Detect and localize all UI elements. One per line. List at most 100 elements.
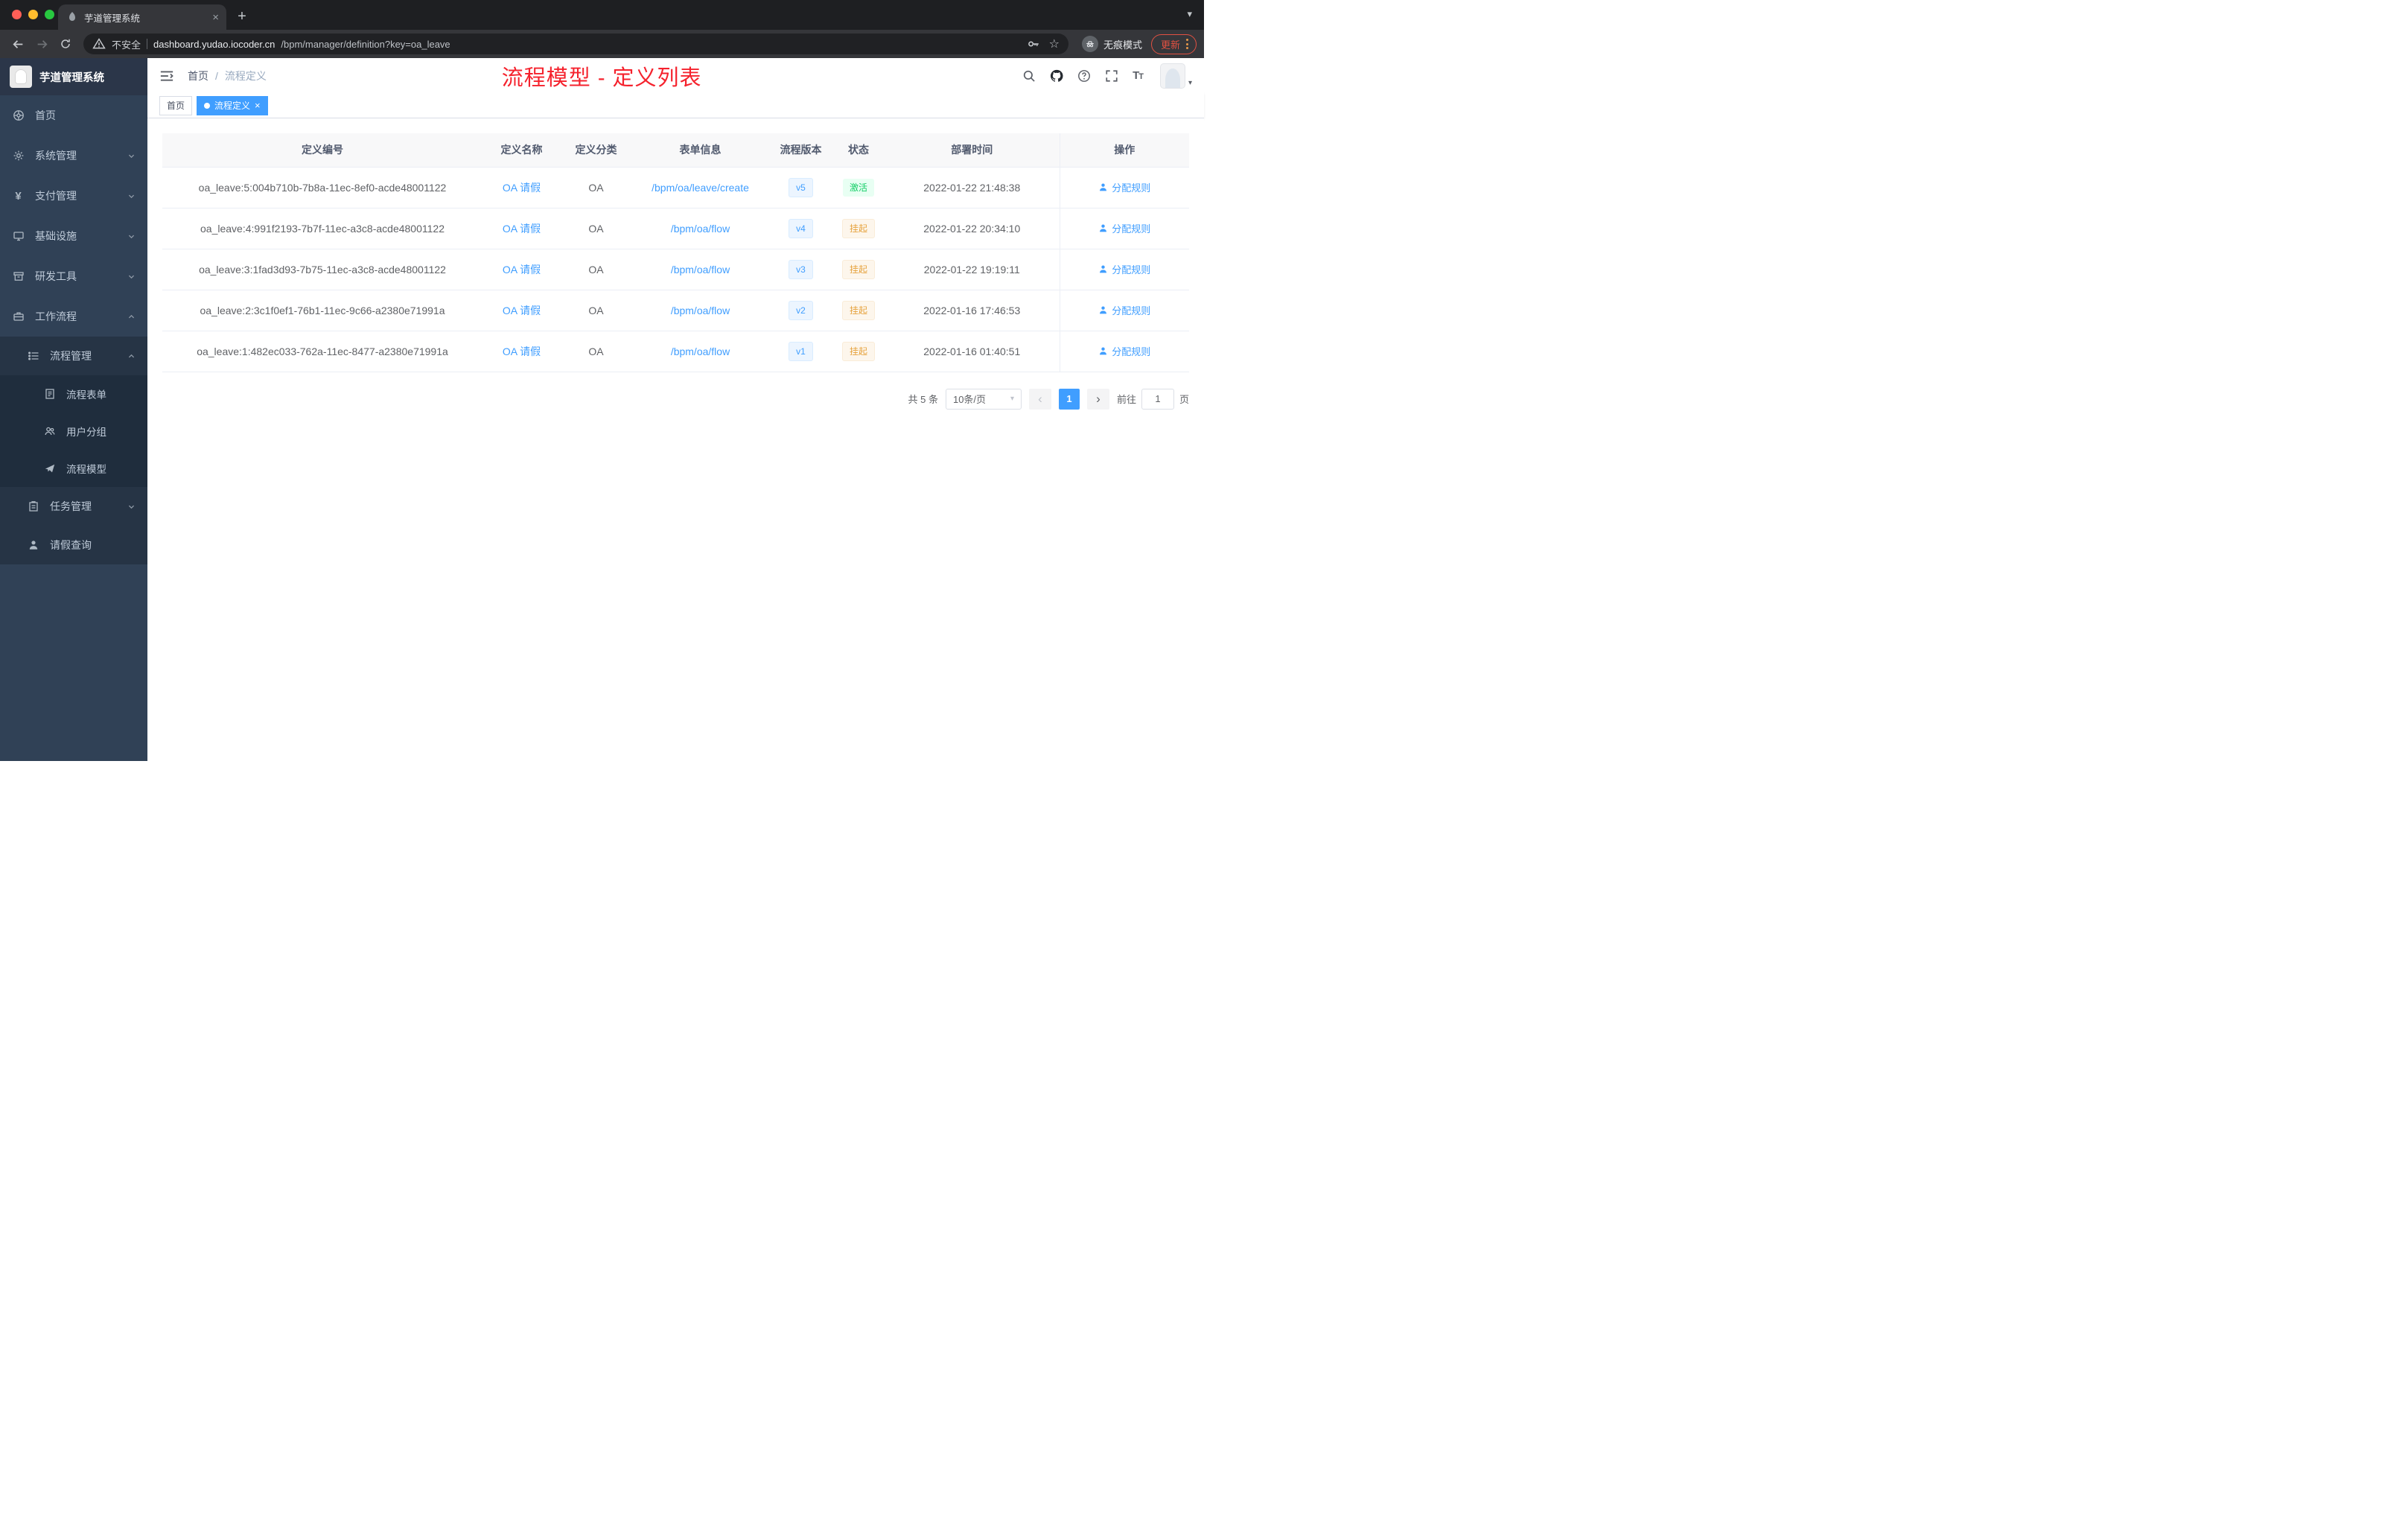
sidebar-item-task-management[interactable]: 任务管理	[0, 487, 147, 526]
breadcrumb-home[interactable]: 首页	[188, 69, 208, 83]
font-size-icon[interactable]: TT	[1133, 69, 1144, 82]
cell-actions: 分配规则	[1059, 167, 1189, 208]
version-badge: v3	[789, 259, 813, 279]
cell-status: 挂起	[832, 290, 885, 331]
column-header-form-info: 表单信息	[631, 133, 769, 168]
pagination-total: 共 5 条	[908, 394, 938, 405]
back-button[interactable]	[7, 34, 28, 54]
breadcrumb-separator: /	[215, 69, 218, 82]
select-caret-icon: ▾	[1010, 395, 1014, 403]
definition-table: 定义编号 定义名称 定义分类 表单信息 流程版本 状态 部署时间 操作 oa_l	[162, 133, 1189, 372]
version-badge: v4	[789, 218, 813, 238]
assign-rule-button[interactable]: 分配规则	[1098, 262, 1150, 276]
cell-version: v1	[769, 331, 832, 372]
prev-page-button[interactable]: ‹	[1028, 388, 1051, 410]
help-icon[interactable]	[1077, 69, 1091, 83]
close-window-button[interactable]	[12, 10, 22, 19]
goto-page: 前往 页	[1117, 388, 1189, 410]
tab-close-icon[interactable]: ×	[212, 11, 219, 24]
sidebar-item-leave-query[interactable]: 请假查询	[0, 526, 147, 564]
fullscreen-icon[interactable]	[1105, 69, 1118, 83]
user-avatar-menu[interactable]: ▾	[1159, 63, 1192, 89]
cell-status: 激活	[832, 167, 885, 208]
briefcase-icon	[12, 311, 25, 323]
table-row: oa_leave:3:1fad3d93-7b75-11ec-a3c8-acde4…	[162, 249, 1189, 290]
next-page-button[interactable]: ›	[1086, 388, 1109, 410]
sidebar-item-devtools[interactable]: 研发工具	[0, 256, 147, 296]
table-header-row: 定义编号 定义名称 定义分类 表单信息 流程版本 状态 部署时间 操作	[162, 133, 1189, 168]
form-link[interactable]: /bpm/oa/flow	[671, 264, 730, 276]
sidebar-item-process-management[interactable]: 流程管理	[0, 337, 147, 375]
cell-definition-id: oa_leave:3:1fad3d93-7b75-11ec-a3c8-acde4…	[162, 249, 482, 290]
form-link[interactable]: /bpm/oa/flow	[671, 346, 730, 357]
assign-rule-button[interactable]: 分配规则	[1098, 303, 1150, 317]
incognito-indicator: 无痕模式	[1081, 36, 1142, 52]
address-bar[interactable]: 不安全 dashboard.yudao.iocoder.cn /bpm/mana…	[83, 34, 1068, 54]
new-tab-button[interactable]: +	[231, 5, 253, 28]
security-warning-icon[interactable]	[92, 37, 106, 51]
sidebar-item-workflow[interactable]: 工作流程	[0, 296, 147, 337]
sidebar-item-process-form[interactable]: 流程表单	[0, 375, 147, 413]
assign-rule-button[interactable]: 分配规则	[1098, 180, 1150, 194]
assign-rule-button[interactable]: 分配规则	[1098, 221, 1150, 235]
dashboard-icon	[12, 109, 25, 122]
version-badge: v5	[789, 177, 813, 197]
definition-name-link[interactable]: OA 请假	[503, 264, 541, 276]
avatar	[1159, 63, 1185, 89]
search-icon[interactable]	[1022, 69, 1036, 83]
definition-name-link[interactable]: OA 请假	[503, 223, 541, 235]
form-link[interactable]: /bpm/oa/flow	[671, 223, 730, 235]
bookmark-star-icon[interactable]: ☆	[1049, 36, 1060, 51]
sidebar-logo[interactable]: 芋道管理系统	[0, 58, 147, 95]
incognito-label: 无痕模式	[1103, 39, 1142, 51]
maximize-window-button[interactable]	[45, 10, 54, 19]
sidebar-collapse-icon[interactable]	[159, 68, 176, 84]
sidebar-item-label: 工作流程	[35, 311, 77, 322]
tag-home[interactable]: 首页	[159, 95, 193, 115]
password-key-icon[interactable]	[1027, 37, 1040, 51]
list-icon	[27, 350, 39, 363]
user-icon	[1100, 347, 1107, 355]
form-link[interactable]: /bpm/oa/leave/create	[652, 182, 749, 194]
sidebar-item-process-model[interactable]: 流程模型	[0, 450, 147, 487]
cell-definition-id: oa_leave:2:3c1f0ef1-76b1-11ec-9c66-a2380…	[162, 290, 482, 331]
avatar-caret-icon: ▾	[1188, 78, 1192, 87]
tab-title: 芋道管理系统	[84, 13, 141, 24]
cell-version: v5	[769, 167, 832, 208]
column-header-definition-name: 定义名称	[482, 133, 561, 168]
browser-menu-icon[interactable]	[1186, 39, 1188, 49]
minimize-window-button[interactable]	[28, 10, 38, 19]
sidebar-item-home[interactable]: 首页	[0, 95, 147, 136]
assign-rule-button[interactable]: 分配规则	[1098, 344, 1150, 358]
cell-definition-name: OA 请假	[482, 208, 561, 249]
forward-button[interactable]	[31, 34, 52, 54]
definition-name-link[interactable]: OA 请假	[503, 346, 541, 357]
github-icon[interactable]	[1050, 69, 1063, 83]
form-link[interactable]: /bpm/oa/flow	[671, 305, 730, 316]
browser-tab[interactable]: 芋道管理系统 ×	[58, 4, 226, 30]
cell-definition-id: oa_leave:1:482ec033-762a-11ec-8477-a2380…	[162, 331, 482, 372]
tag-process-definition[interactable]: 流程定义 ×	[197, 95, 268, 115]
definition-name-link[interactable]: OA 请假	[503, 182, 541, 194]
sidebar-item-label: 任务管理	[50, 500, 92, 512]
sidebar-item-infrastructure[interactable]: 基础设施	[0, 216, 147, 256]
logo-avatar	[10, 66, 32, 88]
reload-button[interactable]	[55, 34, 76, 54]
sidebar-item-label: 用户分组	[66, 427, 106, 438]
sidebar-item-label: 支付管理	[35, 190, 77, 202]
sidebar-item-system[interactable]: 系统管理	[0, 136, 147, 176]
url-path: /bpm/manager/definition?key=oa_leave	[281, 38, 450, 50]
tab-search-icon[interactable]: ▾	[1187, 8, 1192, 20]
yen-icon: ¥	[15, 189, 22, 203]
sidebar-item-user-group[interactable]: 用户分组	[0, 413, 147, 450]
goto-unit: 页	[1179, 394, 1189, 405]
browser-toolbar: 不安全 dashboard.yudao.iocoder.cn /bpm/mana…	[0, 30, 1204, 58]
update-button[interactable]: 更新	[1150, 34, 1197, 54]
tag-close-icon[interactable]: ×	[255, 101, 261, 110]
page-number-button[interactable]: 1	[1058, 388, 1080, 410]
column-header-version: 流程版本	[769, 133, 832, 168]
sidebar-item-payment[interactable]: ¥ 支付管理	[0, 176, 147, 216]
definition-name-link[interactable]: OA 请假	[503, 305, 541, 316]
page-size-select[interactable]: 10条/页 ▾	[945, 388, 1022, 410]
goto-page-input[interactable]	[1141, 388, 1174, 410]
